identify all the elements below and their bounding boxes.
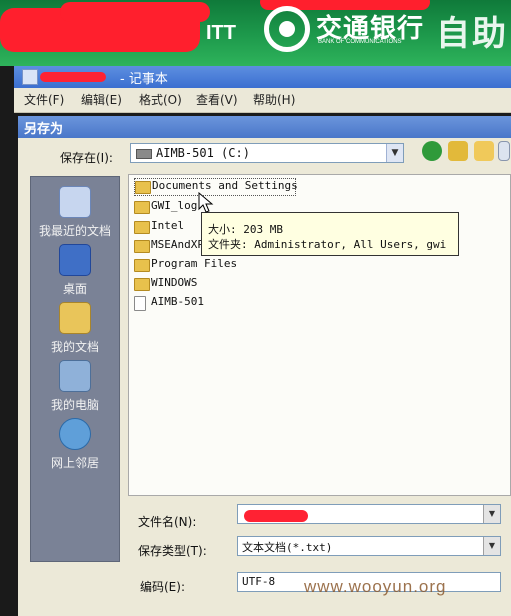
notepad-title: - 记事本	[120, 72, 168, 87]
folder-icon	[134, 259, 150, 272]
text-file-icon	[134, 296, 146, 311]
my-documents-icon	[59, 302, 91, 334]
place-my-documents[interactable]: 我的文档	[30, 302, 120, 355]
place-label: 我的电脑	[50, 398, 99, 412]
save-dialog-title: 另存为	[24, 122, 64, 137]
place-recent[interactable]: 我最近的文档	[30, 186, 120, 239]
bank-subtitle: BANK OF COMMUNICATIONS	[318, 39, 402, 45]
list-item[interactable]: Documents and Settings	[134, 178, 298, 196]
redaction-mark	[40, 72, 106, 82]
bank-logo-icon	[264, 6, 310, 52]
file-name: WINDOWS	[151, 276, 198, 289]
folder-icon	[134, 201, 150, 214]
redaction-mark	[60, 2, 210, 22]
up-folder-icon[interactable]	[448, 141, 468, 161]
place-my-computer[interactable]: 我的电脑	[30, 360, 120, 413]
file-name: GWI_log	[151, 199, 198, 212]
save-in-label: 保存在(I):	[60, 151, 113, 165]
save-dialog-titlebar	[18, 116, 511, 138]
tooltip-size: 大小: 203 MB	[208, 223, 283, 236]
desktop-icon	[59, 244, 91, 276]
chevron-down-icon[interactable]: ▼	[483, 505, 500, 523]
folder-icon	[134, 278, 150, 291]
file-name: MSEAndXP	[151, 238, 204, 251]
chevron-down-icon[interactable]: ▼	[483, 537, 500, 555]
view-menu-icon[interactable]	[498, 141, 510, 161]
file-name: AIMB-501	[151, 295, 204, 308]
menu-file[interactable]: 文件(F)	[24, 91, 64, 108]
menu-help[interactable]: 帮助(H)	[253, 91, 295, 108]
folder-icon	[134, 240, 150, 253]
banner-partial-text: ITT	[206, 22, 236, 44]
bank-banner	[0, 0, 511, 66]
file-name: Intel	[151, 219, 185, 232]
watermark: www.wooyun.org	[304, 577, 447, 596]
file-name: Program Files	[151, 257, 238, 270]
place-desktop[interactable]: 桌面	[30, 244, 120, 297]
menu-format[interactable]: 格式(O)	[139, 91, 182, 108]
filename-label: 文件名(N):	[138, 515, 197, 529]
folder-icon	[134, 221, 150, 234]
savetype-label: 保存类型(T):	[138, 544, 207, 558]
place-label: 我最近的文档	[38, 224, 111, 238]
back-icon[interactable]	[422, 141, 442, 161]
save-in-value: AIMB-501 (C:)	[156, 146, 250, 160]
folder-icon	[135, 181, 151, 194]
encoding-label: 编码(E):	[140, 580, 185, 594]
file-name: Documents and Settings	[152, 179, 298, 192]
chevron-down-icon[interactable]: ▼	[386, 144, 403, 162]
place-label: 桌面	[62, 282, 87, 296]
new-folder-icon[interactable]	[474, 141, 494, 161]
my-computer-icon	[59, 360, 91, 392]
banner-tail-text: 自助	[436, 14, 508, 54]
encoding-value: UTF-8	[242, 575, 276, 588]
tooltip-folder: 文件夹: Administrator, All Users, gwi	[208, 238, 447, 251]
network-places-icon	[59, 418, 91, 450]
savetype-value: 文本文档(*.txt)	[242, 541, 333, 554]
menu-edit[interactable]: 编辑(E)	[81, 91, 122, 108]
drive-icon	[136, 149, 152, 159]
savetype-dropdown[interactable]: 文本文档(*.txt) ▼	[237, 536, 501, 556]
redaction-mark	[244, 510, 308, 522]
place-label: 我的文档	[50, 340, 99, 354]
place-label: 网上邻居	[50, 456, 99, 470]
place-network[interactable]: 网上邻居	[30, 418, 120, 471]
recent-documents-icon	[59, 186, 91, 218]
menu-view[interactable]: 查看(V)	[196, 91, 238, 108]
notepad-icon	[22, 69, 38, 85]
mouse-cursor-icon	[198, 192, 214, 213]
